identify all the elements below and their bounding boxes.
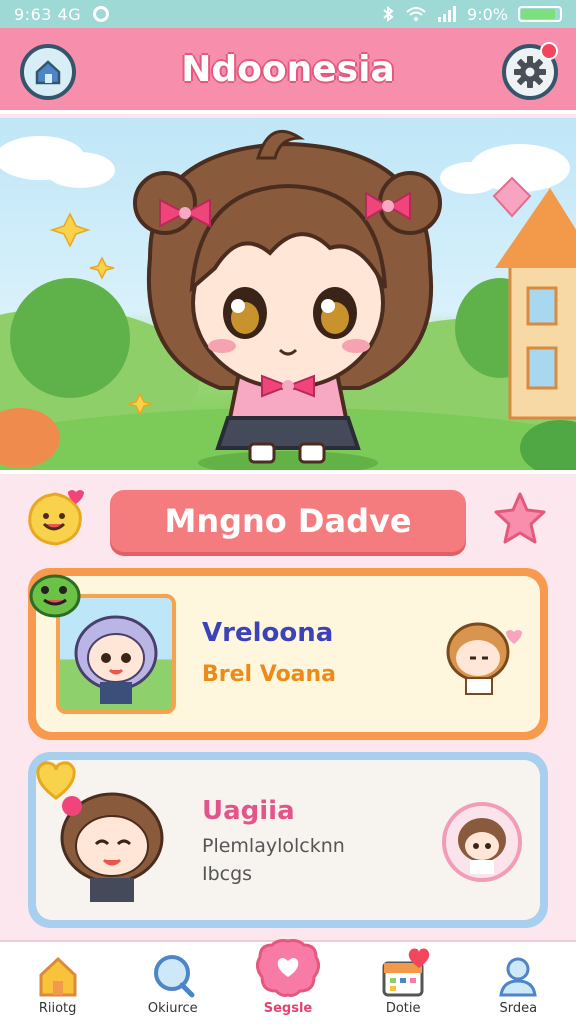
nav-item-home[interactable]: Riiotg bbox=[8, 953, 108, 1016]
profile-icon bbox=[499, 957, 538, 997]
nav-item-favorites[interactable]: Segsle bbox=[238, 937, 338, 1016]
nav-label: Dotie bbox=[385, 1001, 421, 1016]
status-bar: 9:63 4G 9:0% bbox=[0, 0, 576, 28]
frog-badge-icon bbox=[29, 574, 81, 618]
settings-button[interactable] bbox=[502, 42, 558, 100]
card-title: Uagiia bbox=[202, 796, 295, 826]
home-icon bbox=[39, 956, 77, 997]
nav-label: Segsle bbox=[263, 1001, 313, 1016]
battery-icon bbox=[518, 6, 562, 22]
card-subtitle: Plemlaylolcknn Ibcgs bbox=[202, 835, 345, 885]
notification-badge bbox=[540, 42, 558, 60]
star-icon bbox=[494, 492, 546, 544]
home-icon bbox=[35, 60, 61, 85]
character-card[interactable]: Uagiia Plemlaylolcknn Ibcgs bbox=[28, 752, 548, 928]
record-icon bbox=[93, 6, 110, 22]
bluetooth-icon bbox=[383, 6, 394, 22]
nav-label: Okiurce bbox=[147, 1001, 198, 1016]
character-name: Mngno Dadve bbox=[164, 502, 412, 540]
status-time: 9:63 4G bbox=[14, 4, 82, 24]
search-icon bbox=[153, 955, 195, 998]
character-name-banner: Mngno Dadve bbox=[110, 490, 466, 552]
card-title: Vreloona bbox=[202, 618, 334, 648]
nav-item-search[interactable]: Okiurce bbox=[123, 953, 223, 1016]
bottom-navigation: Riiotg Okiurce Segsle Dotie Srdea bbox=[0, 937, 576, 1024]
smile-face-icon bbox=[28, 490, 84, 546]
companion-avatar bbox=[442, 802, 522, 882]
nav-label: Riiotg bbox=[38, 1001, 77, 1016]
nav-item-profile[interactable]: Srdea bbox=[468, 953, 568, 1016]
character-card[interactable]: Vreloona Brel Voana bbox=[28, 568, 548, 740]
scene-illustration bbox=[0, 129, 576, 470]
character-scene bbox=[0, 118, 576, 474]
battery-level bbox=[521, 9, 556, 19]
battery-text: 9:0% bbox=[467, 4, 508, 24]
companion-avatar bbox=[446, 622, 522, 695]
nav-label: Srdea bbox=[499, 1001, 538, 1016]
page-title: Ndoonesia bbox=[181, 48, 395, 90]
heart-badge-icon bbox=[408, 948, 430, 968]
app-header: Ndoonesia bbox=[0, 28, 576, 114]
card-body: Uagiia Plemlaylolcknn Ibcgs bbox=[36, 760, 540, 920]
signal-icon bbox=[438, 6, 457, 22]
wifi-icon bbox=[406, 7, 426, 21]
heart-icon bbox=[255, 939, 320, 997]
heart-badge-icon bbox=[36, 761, 76, 800]
card-subtitle: Brel Voana bbox=[202, 662, 337, 687]
nav-item-calendar[interactable]: Dotie bbox=[353, 948, 453, 1016]
gear-icon bbox=[514, 56, 546, 88]
card-body: Vreloona Brel Voana bbox=[36, 576, 540, 732]
home-button[interactable] bbox=[20, 44, 76, 100]
status-icons: 9:0% bbox=[381, 5, 562, 24]
